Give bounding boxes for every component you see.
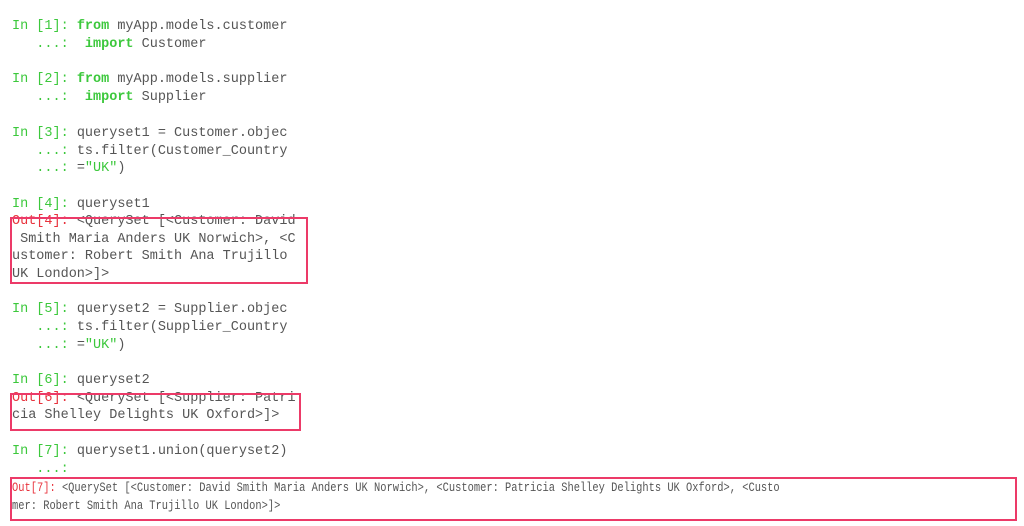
prompt-label: ...:: [12, 37, 77, 52]
input-line: ...: ="UK"): [12, 337, 125, 355]
output-highlight-box: [10, 477, 1017, 521]
output-highlight-box: [10, 217, 308, 284]
input-line: ...: ts.filter(Customer_Country: [12, 143, 287, 161]
code-text: Customer: [133, 37, 207, 52]
input-line: In [5]: queryset2 = Supplier.objec: [12, 301, 287, 319]
code-text: =: [76, 338, 85, 353]
prompt-label: In [6]:: [12, 373, 77, 388]
code-text: myApp.models.customer: [109, 19, 288, 34]
prompt-label: ...:: [12, 144, 77, 159]
input-line: ...: ="UK"): [12, 160, 125, 178]
input-line: In [7]: queryset1.union(queryset2): [12, 443, 287, 461]
code-text: myApp.models.supplier: [109, 72, 288, 87]
prompt-label: In [4]:: [12, 197, 77, 212]
code-text: ts.filter(Supplier_Country: [76, 320, 288, 335]
code-text: =: [76, 161, 85, 176]
input-line: ...: import Customer: [12, 36, 206, 54]
keyword: import: [76, 90, 134, 105]
output-highlight-box: [10, 393, 301, 431]
code-text: ): [117, 161, 126, 176]
string-literal: "UK": [84, 161, 118, 176]
keyword: import: [76, 37, 134, 52]
input-line: ...: ts.filter(Supplier_Country: [12, 319, 287, 337]
keyword: from: [76, 72, 110, 87]
code-text: queryset2 = Supplier.objec: [76, 302, 288, 317]
prompt-label: ...:: [12, 320, 77, 335]
input-line: ...: import Supplier: [12, 89, 206, 107]
keyword: from: [76, 19, 110, 34]
code-text: queryset2: [76, 373, 150, 388]
prompt-label: In [2]:: [12, 72, 77, 87]
prompt-label: ...:: [12, 90, 77, 105]
code-text: ts.filter(Customer_Country: [76, 144, 288, 159]
code-text: queryset1 = Customer.objec: [76, 126, 288, 141]
prompt-label: In [1]:: [12, 19, 77, 34]
prompt-label: ...:: [12, 161, 77, 176]
input-line: In [3]: queryset1 = Customer.objec: [12, 125, 287, 143]
prompt-label: In [7]:: [12, 444, 77, 459]
code-text: queryset1: [76, 197, 150, 212]
prompt-label: ...:: [12, 462, 77, 477]
code-text: Supplier: [133, 90, 207, 105]
prompt-label: In [3]:: [12, 126, 77, 141]
prompt-label: In [5]:: [12, 302, 77, 317]
code-text: ): [117, 338, 126, 353]
input-line: In [6]: queryset2: [12, 372, 150, 390]
string-literal: "UK": [84, 338, 118, 353]
input-line: In [1]: from myApp.models.customer: [12, 18, 287, 36]
prompt-label: ...:: [12, 338, 77, 353]
code-text: queryset1.union(queryset2): [76, 444, 288, 459]
input-line: In [2]: from myApp.models.supplier: [12, 71, 287, 89]
input-line: In [4]: queryset1: [12, 196, 150, 214]
